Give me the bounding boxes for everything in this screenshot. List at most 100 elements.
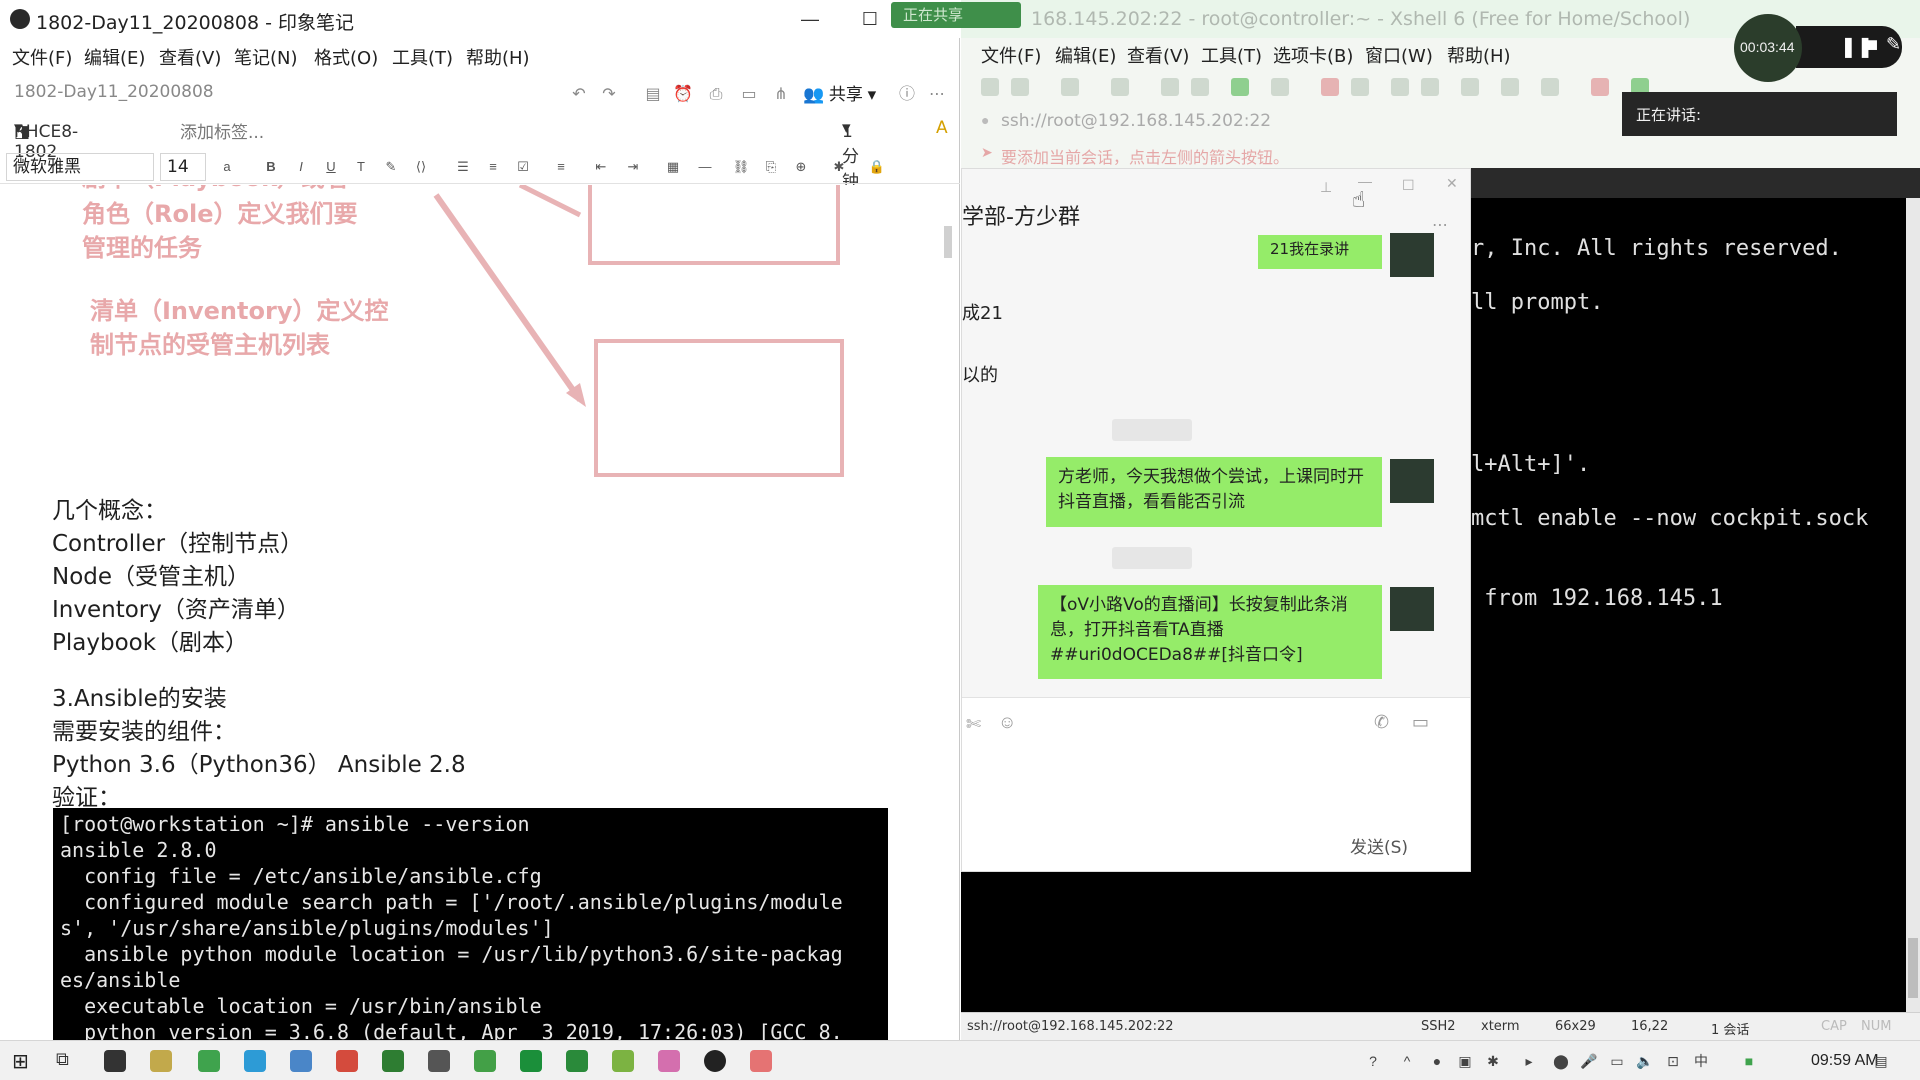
maximize-icon[interactable]: ☐: [850, 6, 890, 32]
color-scheme-icon[interactable]: [1271, 78, 1289, 96]
app-icon[interactable]: [520, 1050, 542, 1072]
add-session-arrow-icon[interactable]: ➤: [981, 144, 993, 161]
menu-view[interactable]: 查看(V): [159, 44, 221, 70]
bullet-list-icon[interactable]: ☰: [454, 158, 472, 176]
send-button[interactable]: 发送(S): [1344, 834, 1414, 862]
avatar[interactable]: [1390, 459, 1434, 503]
transfer-icon[interactable]: [1351, 78, 1369, 96]
chat-close-icon[interactable]: ✕: [1446, 175, 1458, 192]
menu-format[interactable]: 格式(O): [314, 44, 378, 70]
app-icon[interactable]: [658, 1050, 680, 1072]
pin-icon[interactable]: ⊥: [1320, 179, 1332, 196]
add-tag-input[interactable]: 添加标签...: [180, 118, 264, 143]
encrypt-icon[interactable]: 🔒: [868, 158, 886, 176]
scrollbar-thumb[interactable]: [1908, 938, 1918, 998]
menu-tools[interactable]: 工具(T): [392, 44, 453, 70]
notifications-icon[interactable]: ▤: [1872, 1052, 1890, 1070]
note-history-icon[interactable]: ▤: [642, 84, 664, 106]
sharing-indicator[interactable]: 正在共享: [891, 2, 1021, 28]
checkbox-icon[interactable]: ☑: [514, 158, 532, 176]
windows-start-icon[interactable]: ⊞: [12, 1049, 29, 1074]
file-explorer-icon[interactable]: [150, 1050, 172, 1072]
chrome-icon[interactable]: [336, 1050, 358, 1072]
tray-app-icon[interactable]: ▣: [1456, 1052, 1474, 1070]
xs-menu-help[interactable]: 帮助(H): [1447, 42, 1511, 68]
xs-menu-view[interactable]: 查看(V): [1127, 42, 1189, 68]
undo-icon[interactable]: ↶: [568, 84, 590, 106]
edge-icon[interactable]: [244, 1050, 266, 1072]
task-view-icon[interactable]: ⧉: [56, 1049, 69, 1070]
volume-icon[interactable]: 🔈: [1636, 1052, 1654, 1070]
chat-more-icon[interactable]: ⋯: [1432, 215, 1448, 235]
app-icon[interactable]: [198, 1050, 220, 1072]
menu-help[interactable]: 帮助(H): [466, 44, 530, 70]
browser-icon[interactable]: [290, 1050, 312, 1072]
tray-app-icon[interactable]: ■: [1740, 1052, 1758, 1070]
stop-icon[interactable]: [1591, 78, 1609, 96]
note-editor[interactable]: 剧本（Playbook）或者 角色（Role）定义我们要 管理的任务 清单（In…: [0, 185, 948, 1040]
share-network-icon[interactable]: ⋔: [770, 84, 792, 106]
font-color-icon[interactable]: a: [218, 158, 236, 176]
menu-edit[interactable]: 编辑(E): [84, 44, 145, 70]
redo-icon[interactable]: ↷: [598, 84, 620, 106]
open-folder-icon[interactable]: [1011, 78, 1029, 96]
tray-app-icon[interactable]: ✱: [1484, 1052, 1502, 1070]
app-icon[interactable]: [382, 1050, 404, 1072]
stop-icon[interactable]: ■: [1866, 34, 1878, 57]
record-icon[interactable]: [1321, 78, 1339, 96]
battery-icon[interactable]: ▭: [1608, 1052, 1626, 1070]
help-tray-icon[interactable]: ?: [1364, 1052, 1382, 1070]
avatar[interactable]: [1390, 587, 1434, 631]
menu-note[interactable]: 笔记(N): [234, 44, 298, 70]
taskbar-clock[interactable]: 09:59 AM: [1811, 1052, 1879, 1070]
session-address[interactable]: ssh://root@192.168.145.202:22: [1001, 111, 1271, 131]
network-icon[interactable]: ⊡: [1664, 1052, 1682, 1070]
find-icon[interactable]: [1161, 78, 1179, 96]
show-hidden-icons-icon[interactable]: ^: [1398, 1052, 1416, 1070]
bold-icon[interactable]: B: [262, 158, 280, 176]
lock-icon[interactable]: [1421, 78, 1439, 96]
fullscreen-icon[interactable]: [1391, 78, 1409, 96]
present-icon[interactable]: ▭: [738, 84, 760, 106]
xs-menu-tools[interactable]: 工具(T): [1201, 42, 1262, 68]
new-session-icon[interactable]: [981, 78, 999, 96]
attachment-icon[interactable]: ⎘: [762, 158, 780, 176]
more-icon[interactable]: ⋯: [926, 84, 948, 106]
terminal-scrollbar[interactable]: [1906, 198, 1920, 1012]
numbered-list-icon[interactable]: ≡: [484, 158, 502, 176]
wechat-icon[interactable]: [474, 1050, 496, 1072]
underline-icon[interactable]: U: [322, 158, 340, 176]
tray-app-icon[interactable]: ⬤: [1552, 1052, 1570, 1070]
menu-file[interactable]: 文件(F): [12, 44, 72, 70]
code-icon[interactable]: ⟨⟩: [412, 158, 430, 176]
info-icon[interactable]: ⓘ: [896, 84, 918, 106]
avatar[interactable]: [1390, 233, 1434, 277]
divider-icon[interactable]: —: [696, 158, 714, 176]
print-icon[interactable]: [1191, 78, 1209, 96]
terminal-app-icon[interactable]: [104, 1050, 126, 1072]
tray-app-icon[interactable]: ●: [1428, 1052, 1446, 1070]
app-icon[interactable]: [750, 1050, 772, 1072]
xs-menu-tabs[interactable]: 选项卡(B): [1273, 42, 1353, 68]
xs-menu-edit[interactable]: 编辑(E): [1055, 42, 1116, 68]
highlight-icon[interactable]: ✎: [382, 158, 400, 176]
language-icon[interactable]: 中: [1692, 1052, 1710, 1070]
app-icon[interactable]: [612, 1050, 634, 1072]
evernote-taskbar-icon[interactable]: [704, 1050, 726, 1072]
xs-menu-window[interactable]: 窗口(W): [1365, 42, 1433, 68]
globe-icon[interactable]: [1231, 78, 1249, 96]
note-title[interactable]: 1802-Day11_20200808: [14, 82, 214, 102]
connect-icon[interactable]: [1061, 78, 1079, 96]
share-button[interactable]: 👥 共享 ▾: [803, 84, 893, 106]
pen-icon[interactable]: ✎: [1886, 34, 1901, 55]
chat-history-icon[interactable]: ☺: [998, 712, 1016, 733]
tray-app-icon[interactable]: ▸: [1520, 1052, 1538, 1070]
scissors-icon[interactable]: ✄: [966, 714, 981, 735]
app-icon[interactable]: [428, 1050, 450, 1072]
media-icon[interactable]: ⊕: [792, 158, 810, 176]
reminder-icon[interactable]: ⏰: [672, 84, 694, 106]
keyboard-icon[interactable]: [1461, 78, 1479, 96]
italic-icon[interactable]: I: [292, 158, 310, 176]
chat-maximize-icon[interactable]: ☐: [1402, 177, 1415, 194]
xshell-icon[interactable]: [566, 1050, 588, 1072]
